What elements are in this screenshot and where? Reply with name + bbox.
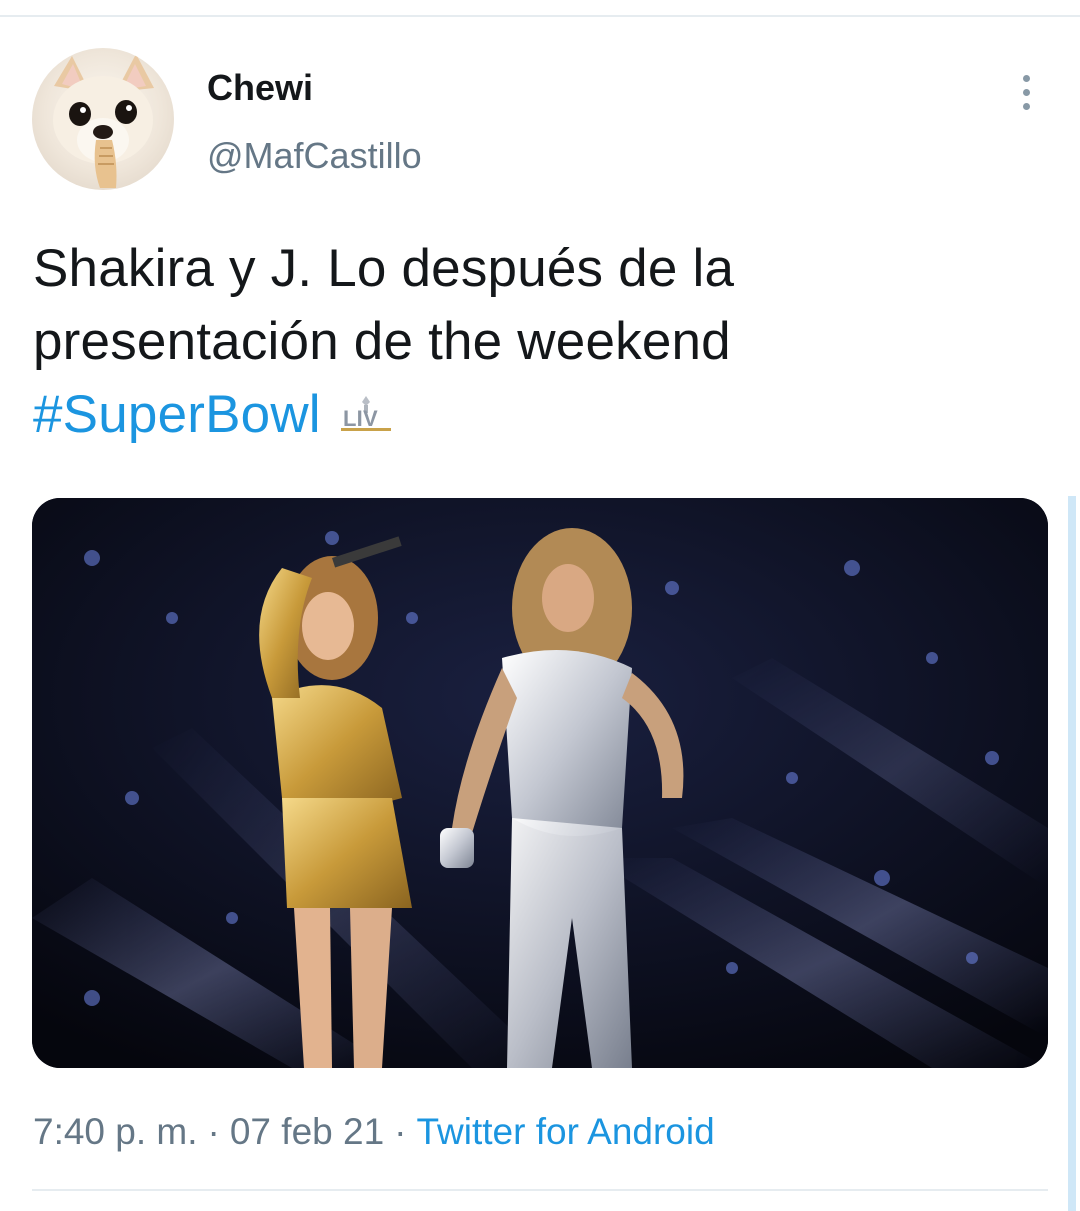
display-name[interactable]: Chewi [207,66,313,110]
tweet-time[interactable]: 7:40 p. m. [33,1111,198,1152]
more-vertical-icon [1022,74,1030,82]
bottom-divider [32,1189,1048,1191]
hashtag-link[interactable]: #SuperBowl [33,385,321,444]
user-handle[interactable]: @MafCastillo [207,134,422,178]
tweet-text-line: presentación de the weekend [33,312,731,371]
tweet-metadata: 7:40 p. m. · 07 feb 21 · Twitter for Android [33,1108,715,1156]
more-options-button[interactable] [1006,70,1046,114]
tweet-photo[interactable] [32,498,1048,1068]
meta-separator: · [394,1111,407,1152]
photo-performers-image [32,498,1048,1068]
tweet-text: Shakira y J. Lo después de la presentaci… [33,232,1033,455]
chihuahua-avatar-image [53,54,154,188]
tweet-date[interactable]: 07 feb 21 [230,1111,384,1152]
meta-separator: · [207,1111,220,1152]
scrollbar-track[interactable] [1068,496,1076,1211]
hashflag-text: LIV [343,406,378,431]
hashtag-line: #SuperBowl LIV [33,378,1033,455]
more-vertical-icon-dot [1022,102,1030,110]
top-divider [0,15,1080,17]
tweet-source-link[interactable]: Twitter for Android [417,1111,715,1152]
super-bowl-liv-icon: LIV [339,378,393,451]
more-vertical-icon-dot [1022,88,1030,96]
tweet-text-line: Shakira y J. Lo después de la [33,239,735,298]
avatar[interactable] [32,48,174,190]
